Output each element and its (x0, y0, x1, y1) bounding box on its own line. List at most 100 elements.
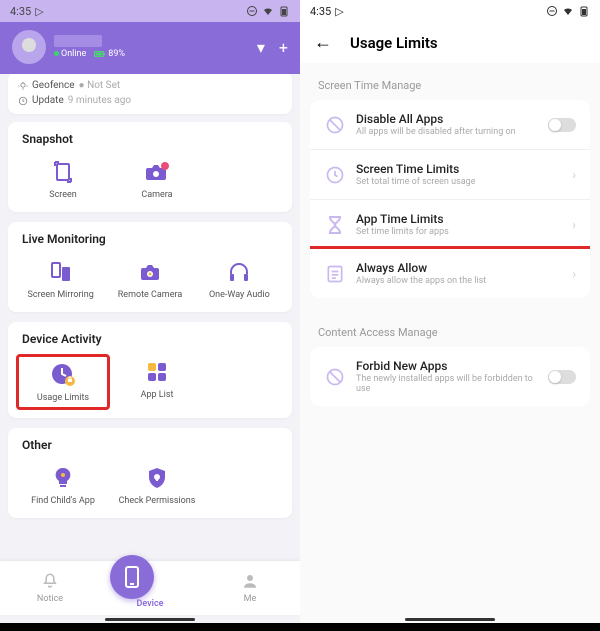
item-title: Disable All Apps (356, 112, 538, 126)
time-limits-icon (325, 165, 345, 185)
online-label: Online (61, 49, 86, 59)
lightbulb-icon (52, 466, 74, 490)
tile-label: App List (112, 390, 202, 400)
bell-icon (41, 572, 59, 590)
snapshot-card: Snapshot Screen Camera (8, 122, 292, 212)
person-icon (241, 572, 259, 590)
battery-label: 89% (94, 49, 125, 59)
content-access-card: Forbid New Apps The newly installed apps… (310, 347, 590, 406)
other-card: Other Find Child's App Check Permissions (8, 428, 292, 518)
tile-label: Check Permissions (112, 496, 202, 506)
usage-limits-icon (50, 362, 76, 388)
tile-label: Screen Mirroring (18, 290, 103, 300)
tile-remote-camera[interactable]: Remote Camera (105, 254, 194, 304)
status-bar: 4:35 ▷ (0, 0, 300, 22)
tile-label: One-Way Audio (197, 290, 282, 300)
battery-icon (578, 5, 590, 17)
geofence-icon (18, 81, 28, 91)
item-subtitle: Set total time of screen usage (356, 177, 562, 187)
item-title: Forbid New Apps (356, 359, 538, 373)
tile-check-permissions[interactable]: Check Permissions (110, 460, 204, 510)
tile-app-list[interactable]: App List (110, 354, 204, 410)
update-label: Update (32, 95, 64, 106)
item-title: Screen Time Limits (356, 162, 562, 176)
item-forbid-new-apps[interactable]: Forbid New Apps The newly installed apps… (310, 347, 590, 406)
live-card: Live Monitoring Screen Mirroring Remote … (8, 222, 292, 312)
activity-title: Device Activity (16, 332, 284, 346)
geofence-label: Geofence (32, 80, 75, 91)
update-value: 9 minutes ago (68, 95, 131, 106)
profile-header: Online 89% ▾ + (0, 22, 300, 74)
play-icon: ▷ (335, 5, 343, 18)
tile-usage-limits[interactable]: Usage Limits (16, 354, 110, 410)
profile-dropdown[interactable]: ▾ (257, 38, 265, 57)
tile-screen-mirroring[interactable]: Screen Mirroring (16, 254, 105, 304)
clock-icon (18, 96, 28, 106)
battery-icon (278, 5, 290, 17)
activity-card: Device Activity Usage Limits App List (8, 322, 292, 418)
play-icon: ▷ (35, 5, 43, 18)
forbid-icon (325, 367, 345, 387)
snapshot-title: Snapshot (16, 132, 284, 146)
item-subtitle: All apps will be disabled after turning … (356, 127, 538, 137)
tile-label: Remote Camera (107, 290, 192, 300)
screen-icon (51, 160, 75, 184)
tile-camera[interactable]: Camera (110, 154, 204, 204)
tile-screen[interactable]: Screen (16, 154, 110, 204)
avatar[interactable] (12, 30, 46, 64)
item-subtitle: Set time limits for apps (356, 227, 562, 237)
item-title: Always Allow (356, 261, 562, 275)
tile-one-way-audio[interactable]: One-Way Audio (195, 254, 284, 304)
dnd-icon (546, 5, 558, 17)
hourglass-icon (326, 215, 344, 235)
gesture-bar (405, 618, 495, 621)
tile-find-child-app[interactable]: Find Child's App (16, 460, 110, 510)
page-header: ← Usage Limits (300, 22, 600, 63)
wifi-icon (562, 5, 574, 17)
app-list-icon (145, 360, 169, 384)
item-screen-time-limits[interactable]: Screen Time Limits Set total time of scr… (310, 149, 590, 199)
section-title-content-access: Content Access Manage (300, 310, 600, 347)
nav-notice[interactable]: Notice (10, 572, 90, 604)
item-subtitle: Always allow the apps on the list (356, 276, 562, 286)
wifi-icon (262, 5, 274, 17)
allow-list-icon (325, 264, 345, 284)
item-title: App Time Limits (356, 212, 562, 226)
tile-label: Screen (18, 190, 108, 200)
disable-apps-icon (325, 115, 345, 135)
remote-camera-icon (138, 260, 162, 284)
status-bar: 4:35 ▷ (300, 0, 600, 22)
screen-time-card: Disable All Apps All apps will be disabl… (310, 100, 590, 298)
item-subtitle: The newly installed apps will be forbidd… (356, 374, 538, 394)
tile-label: Usage Limits (21, 393, 105, 403)
chevron-right-icon: › (572, 267, 576, 281)
other-title: Other (16, 438, 284, 452)
status-time: 4:35 (10, 5, 31, 18)
nav-label: Me (244, 594, 257, 604)
section-title-screen-time: Screen Time Manage (300, 63, 600, 100)
device-icon (123, 566, 141, 588)
item-app-time-limits[interactable]: App Time Limits Set time limits for apps… (310, 199, 590, 249)
item-always-allow[interactable]: Always Allow Always allow the apps on th… (310, 246, 590, 298)
profile-name-redacted (54, 35, 102, 47)
nav-device[interactable]: Device (110, 567, 190, 609)
item-disable-all-apps[interactable]: Disable All Apps All apps will be disabl… (310, 100, 590, 149)
mirroring-icon (49, 260, 73, 284)
tile-label: Find Child's App (18, 496, 108, 506)
nav-me[interactable]: Me (210, 572, 290, 604)
shield-icon (146, 466, 168, 490)
nav-label: Notice (37, 594, 63, 604)
chevron-right-icon: › (572, 218, 576, 232)
toggle-disable-apps[interactable] (548, 118, 576, 132)
back-button[interactable]: ← (314, 32, 332, 53)
chevron-right-icon: › (572, 168, 576, 182)
headphones-icon (227, 260, 251, 284)
dnd-icon (246, 5, 258, 17)
toggle-forbid-apps[interactable] (548, 370, 576, 384)
add-button[interactable]: + (279, 38, 288, 57)
live-title: Live Monitoring (16, 232, 284, 246)
geofence-value: Not Set (87, 80, 120, 91)
bottom-nav: Notice Device Me (0, 561, 300, 615)
nav-label: Device (136, 599, 163, 609)
camera-icon (144, 160, 170, 184)
